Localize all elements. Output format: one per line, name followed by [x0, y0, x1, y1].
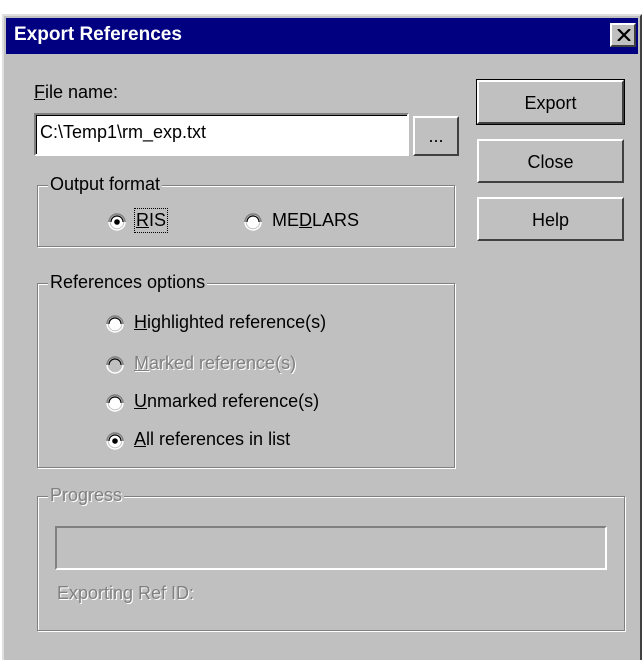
references-options-group: References options Highlighted reference…	[37, 272, 455, 468]
file-name-input[interactable]: C:\Temp1\rm_exp.txt	[34, 113, 409, 156]
progress-title: Progress	[48, 485, 125, 506]
radio-medlars-icon	[244, 213, 262, 231]
file-name-label: File name:	[34, 82, 119, 102]
radio-marked-label: Marked reference(s)	[134, 353, 297, 373]
close-label: Close	[527, 152, 574, 172]
title-bar[interactable]: Export References	[6, 18, 638, 54]
output-format-group: Output format RIS MEDLARS	[37, 174, 455, 247]
radio-selected-dot	[114, 219, 120, 225]
exporting-ref-id-label: Exporting Ref ID:	[57, 583, 195, 603]
radio-selected-dot	[112, 438, 118, 444]
close-window-button[interactable]	[610, 23, 636, 47]
radio-ris-icon	[108, 213, 126, 231]
browse-label: ...	[428, 126, 444, 146]
radio-unmarked-icon	[106, 394, 124, 412]
output-format-title: Output format	[48, 174, 163, 195]
radio-unmarked-label: Unmarked reference(s)	[134, 391, 320, 411]
window-title: Export References	[14, 24, 182, 45]
radio-ris-label: RIS	[133, 208, 169, 233]
radio-highlighted-label: Highlighted reference(s)	[134, 312, 327, 332]
help-label: Help	[531, 210, 570, 230]
radio-all-label: All references in list	[134, 429, 291, 449]
references-options-title: References options	[48, 272, 208, 293]
radio-highlighted-icon	[106, 315, 124, 333]
close-button[interactable]: Close	[477, 139, 624, 183]
radio-marked-icon	[106, 356, 124, 374]
radio-all-icon	[106, 432, 124, 450]
file-name-value: C:\Temp1\rm_exp.txt	[40, 122, 207, 142]
export-label: Export	[524, 93, 577, 113]
progress-bar	[55, 526, 607, 570]
export-button[interactable]: Export	[476, 79, 625, 125]
help-button[interactable]: Help	[477, 197, 624, 241]
browse-button[interactable]: ...	[413, 116, 459, 156]
radio-medlars-label: MEDLARS	[272, 210, 360, 230]
close-icon	[617, 29, 631, 41]
